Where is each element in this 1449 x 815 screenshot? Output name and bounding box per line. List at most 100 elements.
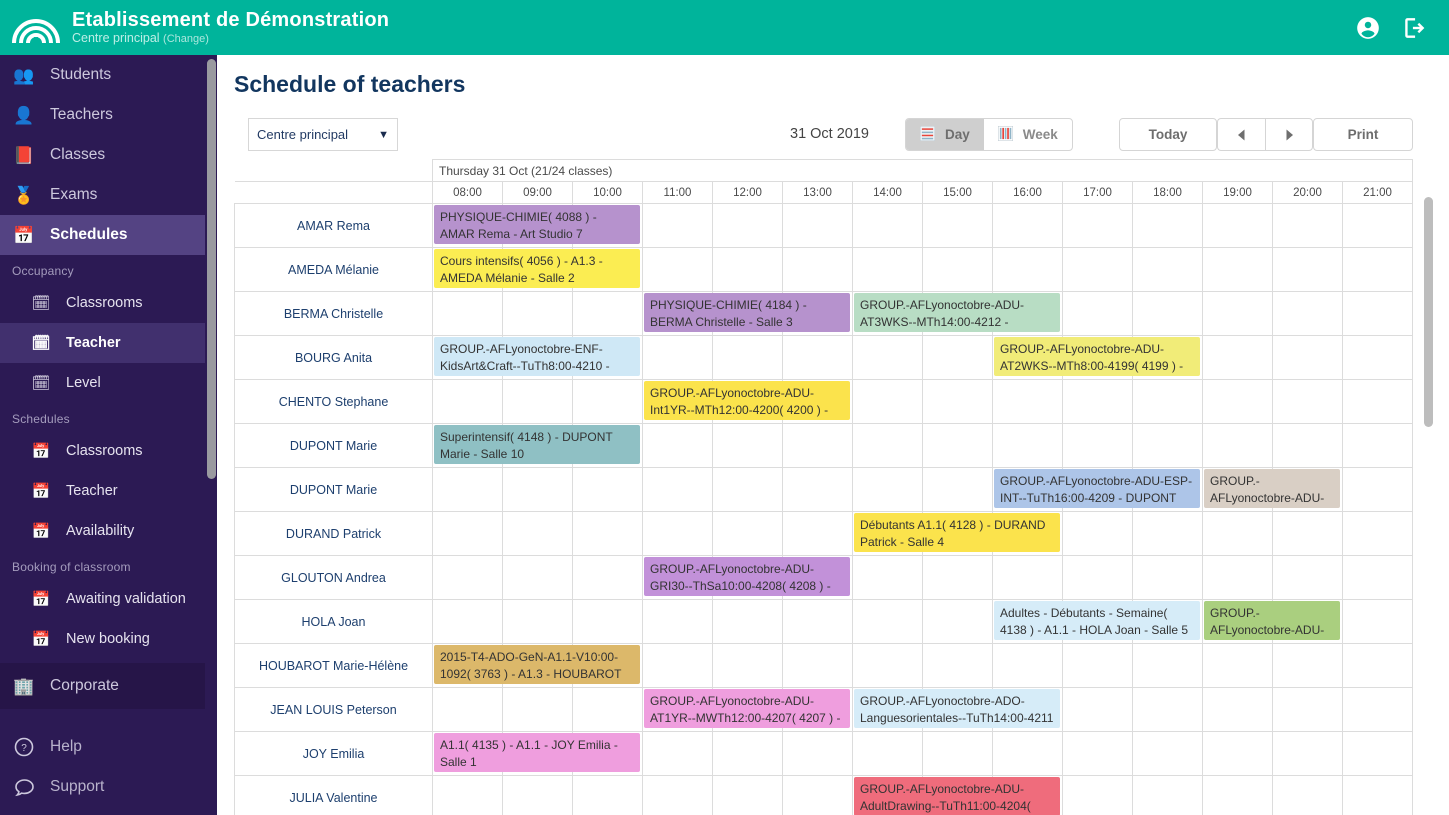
sidebar-item-students[interactable]: 👥 Students	[0, 55, 217, 95]
schedule-slot[interactable]	[572, 291, 643, 336]
sidebar-item-schedules[interactable]: 📅 Schedules	[0, 215, 217, 255]
schedule-slot[interactable]	[642, 247, 713, 292]
schedule-slot[interactable]	[502, 599, 573, 644]
sidebar-item-help[interactable]: ? Help	[0, 727, 217, 767]
schedule-slot[interactable]	[432, 775, 503, 815]
schedule-slot[interactable]	[782, 467, 853, 512]
teacher-name-cell[interactable]: GLOUTON Andrea	[234, 555, 433, 600]
today-button[interactable]: Today	[1119, 118, 1217, 151]
schedule-slot[interactable]	[1132, 687, 1203, 732]
teacher-name-cell[interactable]: AMAR Rema	[234, 203, 433, 248]
schedule-slot[interactable]	[1132, 511, 1203, 556]
schedule-slot[interactable]	[1132, 379, 1203, 424]
schedule-slot[interactable]	[1342, 731, 1413, 776]
previous-day-button[interactable]	[1217, 118, 1265, 151]
schedule-slot[interactable]	[992, 555, 1063, 600]
schedule-slot[interactable]	[1062, 291, 1133, 336]
schedule-slot[interactable]	[1062, 775, 1133, 815]
schedule-slot[interactable]	[992, 247, 1063, 292]
schedule-slot[interactable]	[502, 775, 573, 815]
schedule-event[interactable]: GROUP.-AFLyonoctobre-ADU-AT1YR--MWTh12:0…	[644, 689, 850, 728]
sidebar-scrollbar-thumb[interactable]	[207, 59, 216, 479]
schedule-slot[interactable]	[1272, 379, 1343, 424]
grid-scrollbar-track[interactable]	[1423, 197, 1434, 815]
schedule-slot[interactable]	[922, 203, 993, 248]
schedule-slot[interactable]	[712, 423, 783, 468]
schedule-slot[interactable]	[1342, 775, 1413, 815]
schedule-slot[interactable]	[1062, 511, 1133, 556]
view-week-button[interactable]: Week	[984, 119, 1072, 150]
schedule-slot[interactable]	[1342, 555, 1413, 600]
schedule-slot[interactable]	[922, 643, 993, 688]
schedule-slot[interactable]	[642, 335, 713, 380]
schedule-slot[interactable]	[1132, 731, 1203, 776]
schedule-event[interactable]: GROUP.-AFLyonoctobre-ADU-AT1YR--Th19:00-…	[1204, 601, 1340, 640]
change-center-link[interactable]: (Change)	[163, 33, 209, 45]
schedule-event[interactable]: GROUP.-AFLyonoctobre-ENF-KidsArt&Craft--…	[434, 337, 640, 376]
schedule-slot[interactable]	[1062, 247, 1133, 292]
schedule-slot[interactable]	[852, 731, 923, 776]
schedule-event[interactable]: GROUP.-AFLyonoctobre-ADU-AT3WKS--MTh14:0…	[854, 293, 1060, 332]
schedule-slot[interactable]	[642, 643, 713, 688]
schedule-slot[interactable]	[502, 687, 573, 732]
schedule-event[interactable]: A1.1( 4135 ) - A1.1 - JOY Emilia - Salle…	[434, 733, 640, 772]
schedule-event[interactable]: 2015-T4-ADO-GeN-A1.1-V10:00-1092( 3763 )…	[434, 645, 640, 684]
schedule-slot[interactable]	[1272, 731, 1343, 776]
schedule-slot[interactable]	[1272, 687, 1343, 732]
schedule-slot[interactable]	[432, 687, 503, 732]
schedule-slot[interactable]	[1272, 775, 1343, 815]
schedule-event[interactable]: Adultes - Débutants - Semaine( 4138 ) - …	[994, 601, 1200, 640]
schedule-slot[interactable]	[572, 555, 643, 600]
schedule-slot[interactable]	[852, 203, 923, 248]
schedule-slot[interactable]	[712, 599, 783, 644]
schedule-slot[interactable]	[502, 555, 573, 600]
account-circle-icon[interactable]	[1355, 15, 1381, 41]
schedule-slot[interactable]	[642, 599, 713, 644]
schedule-event[interactable]: GROUP.-AFLyonoctobre-ADU-ESP-INT--TuTh16…	[994, 469, 1200, 508]
schedule-slot[interactable]	[572, 379, 643, 424]
schedule-slot[interactable]	[1342, 467, 1413, 512]
schedule-slot[interactable]	[1272, 291, 1343, 336]
schedule-slot[interactable]	[572, 467, 643, 512]
schedule-slot[interactable]	[782, 335, 853, 380]
schedule-slot[interactable]	[432, 291, 503, 336]
schedule-slot[interactable]	[852, 467, 923, 512]
schedule-slot[interactable]	[852, 335, 923, 380]
teacher-name-cell[interactable]: BERMA Christelle	[234, 291, 433, 336]
schedule-slot[interactable]	[1132, 247, 1203, 292]
print-button[interactable]: Print	[1313, 118, 1413, 151]
schedule-slot[interactable]	[852, 643, 923, 688]
schedule-slot[interactable]	[1342, 511, 1413, 556]
schedule-event[interactable]: GROUP.-AFLyonoctobre-ADO-Languesoriental…	[854, 689, 1060, 728]
sidebar-item-new-booking[interactable]: 📅 New booking	[0, 619, 217, 659]
schedule-slot[interactable]	[1132, 291, 1203, 336]
next-day-button[interactable]	[1265, 118, 1313, 151]
schedule-slot[interactable]	[572, 687, 643, 732]
schedule-slot[interactable]	[852, 599, 923, 644]
schedule-slot[interactable]	[1342, 247, 1413, 292]
teacher-name-cell[interactable]: HOUBAROT Marie-Hélène	[234, 643, 433, 688]
sidebar-item-classrooms[interactable]: 🗓 Classrooms	[0, 283, 217, 323]
schedule-slot[interactable]	[1202, 203, 1273, 248]
schedule-slot[interactable]	[1202, 731, 1273, 776]
schedule-slot[interactable]	[1132, 423, 1203, 468]
schedule-slot[interactable]	[1062, 555, 1133, 600]
sidebar-item-exams[interactable]: 🏅 Exams	[0, 175, 217, 215]
schedule-slot[interactable]	[782, 775, 853, 815]
schedule-slot[interactable]	[502, 291, 573, 336]
sidebar-item-corporate[interactable]: 🏢 Corporate	[0, 663, 217, 709]
schedule-slot[interactable]	[1202, 511, 1273, 556]
schedule-slot[interactable]	[1272, 335, 1343, 380]
schedule-slot[interactable]	[712, 643, 783, 688]
schedule-slot[interactable]	[1202, 379, 1273, 424]
center-select-dropdown[interactable]: Centre principal ▼	[248, 118, 398, 151]
schedule-slot[interactable]	[922, 555, 993, 600]
schedule-slot[interactable]	[1272, 555, 1343, 600]
schedule-slot[interactable]	[992, 423, 1063, 468]
sidebar-item-teacher[interactable]: 🗓 Teacher	[0, 323, 217, 363]
schedule-slot[interactable]	[1062, 731, 1133, 776]
sidebar-item-awaiting-validation[interactable]: 📅 Awaiting validation	[0, 579, 217, 619]
schedule-slot[interactable]	[642, 775, 713, 815]
schedule-slot[interactable]	[1342, 203, 1413, 248]
view-day-button[interactable]: Day	[906, 119, 984, 150]
